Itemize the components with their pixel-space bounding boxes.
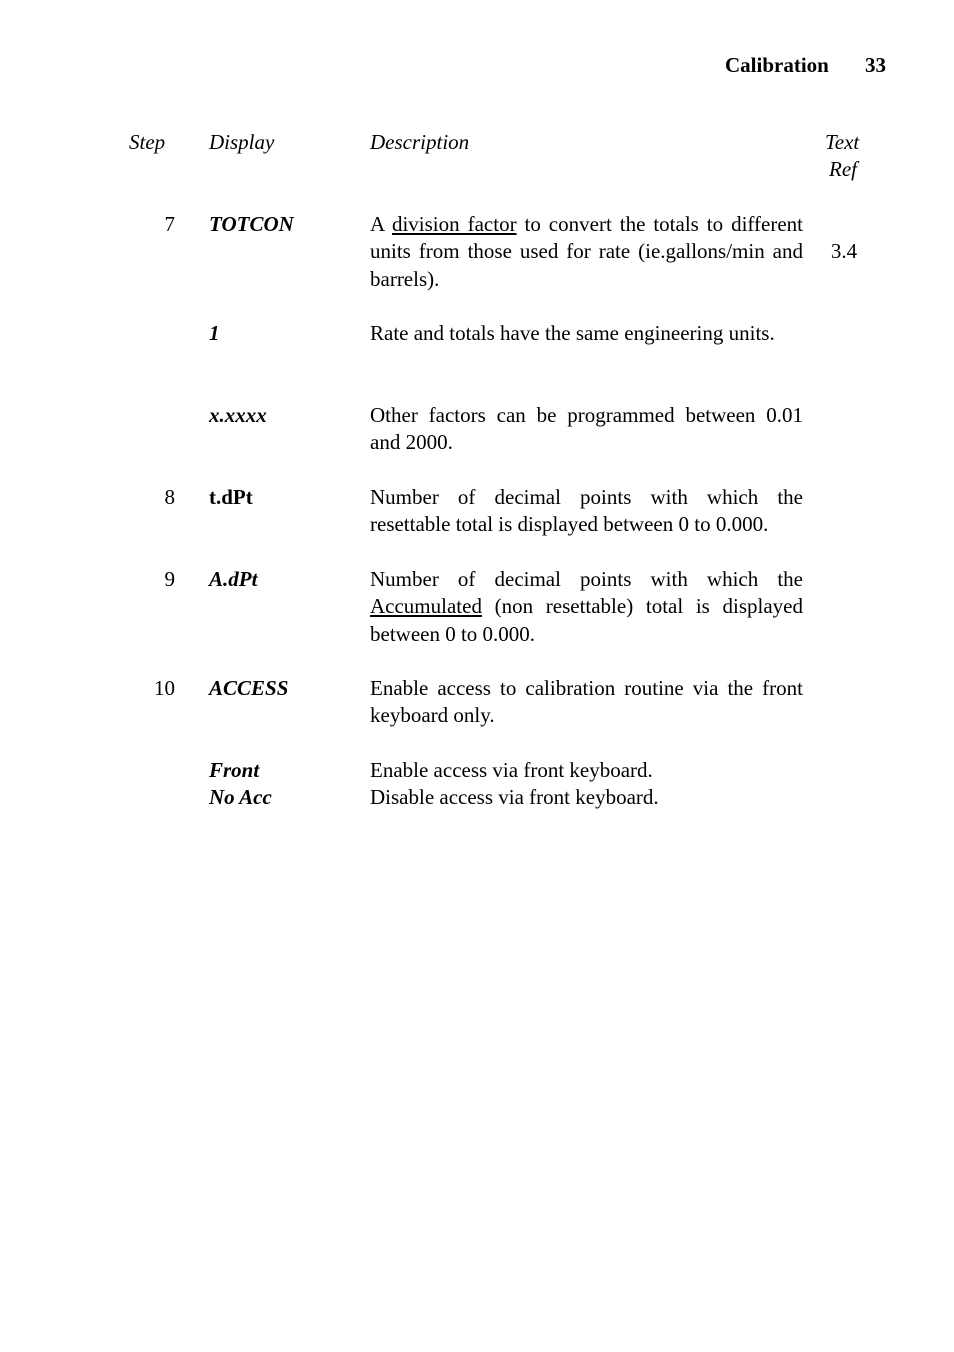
section-title: Calibration <box>725 53 829 77</box>
column-header-display: Display <box>209 130 275 154</box>
step-number: 7 <box>164 212 176 236</box>
display-code: 1 <box>209 321 220 345</box>
display-code: x.xxxx <box>209 403 267 427</box>
display-code: A.dPt <box>209 567 258 591</box>
description: Rate and totals have the same engineerin… <box>370 321 775 345</box>
step-number: 10 <box>154 676 175 700</box>
description: A division factor to convert the totals … <box>370 211 803 293</box>
description-text: A <box>370 212 392 236</box>
step-number: 9 <box>164 567 176 591</box>
column-header-description: Description <box>370 130 470 154</box>
column-header-text-ref-line2: Ref <box>829 157 857 182</box>
description: Other factors can be programmed between … <box>370 403 803 455</box>
column-header-text-ref-line1: Text <box>825 130 860 154</box>
page-number: 33 <box>865 53 886 77</box>
display-code: t.dPt <box>209 485 253 509</box>
column-header-step: Step <box>129 130 166 154</box>
display-code: ACCESS <box>209 676 289 700</box>
description: Disable access via front keyboard. <box>370 785 659 809</box>
display-code: No Acc <box>209 785 272 809</box>
text-ref: 3.4 <box>830 239 858 263</box>
description: Enable access to calibration routine via… <box>370 676 803 728</box>
display-code: TOTCON <box>209 212 294 236</box>
underlined-term: division factor <box>391 212 517 236</box>
column-header-text-ref: Text Ref <box>825 129 859 184</box>
step-number: 8 <box>164 485 176 509</box>
description: Enable access via front keyboard. <box>370 758 653 782</box>
display-code: Front <box>209 758 260 782</box>
description: Number of decimal points with which the … <box>370 566 803 648</box>
description: Number of decimal points with which the … <box>370 485 803 537</box>
underlined-term: Accumulated <box>370 594 482 619</box>
description-text: Number of decimal points with which the <box>370 567 803 591</box>
